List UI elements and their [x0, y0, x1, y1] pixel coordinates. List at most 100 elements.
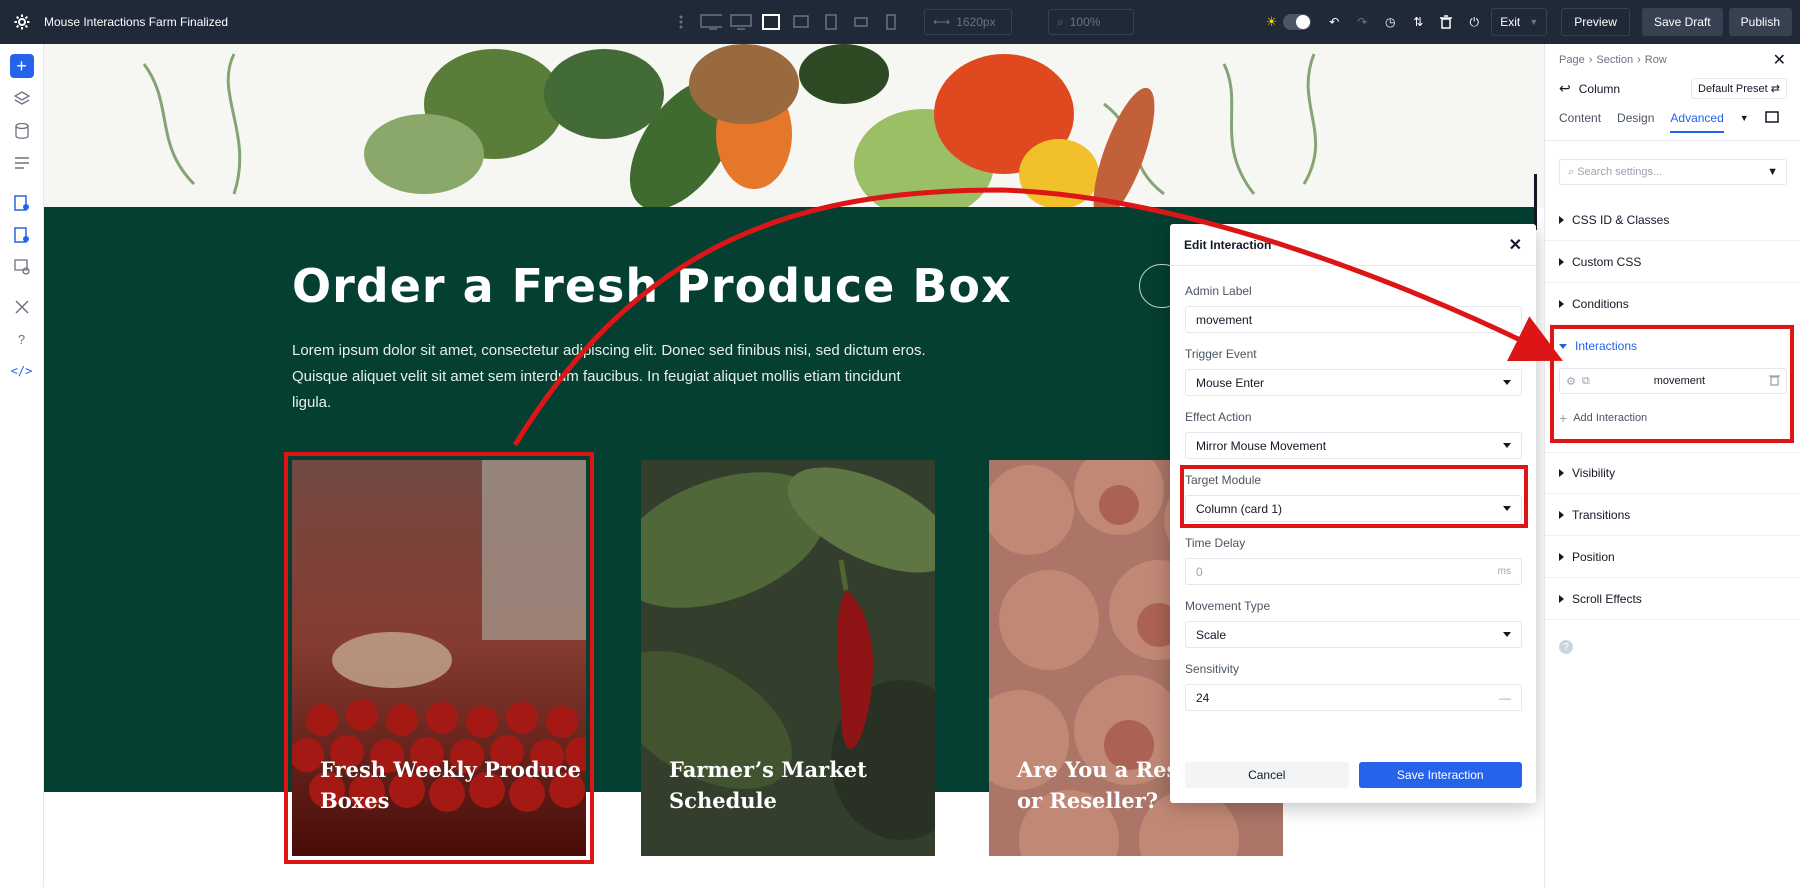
layout-icon[interactable]	[11, 152, 33, 174]
element-title-group: ↩ Column	[1559, 80, 1620, 97]
section-custom-css[interactable]: Custom CSS	[1545, 241, 1800, 283]
trash-icon[interactable]	[1435, 11, 1457, 33]
settings-search[interactable]: ⌕ Search settings... ▼	[1559, 159, 1787, 185]
save-draft-button[interactable]: Save Draft	[1641, 8, 1723, 36]
help-icon[interactable]: ?	[11, 328, 33, 350]
breadcrumb-page[interactable]: Page	[1559, 54, 1585, 66]
tablet-landscape-icon[interactable]	[790, 11, 812, 33]
add-element-button[interactable]: +	[9, 54, 34, 78]
section-label: Transitions	[1572, 507, 1631, 522]
zoom-field[interactable]: ⌕ 100%	[1048, 9, 1134, 35]
breadcrumb-section[interactable]: Section	[1596, 54, 1633, 66]
dark-mode-toggle[interactable]	[1283, 14, 1312, 30]
expand-arrow-icon	[1559, 552, 1564, 561]
preset-sliders-icon: ⇄	[1770, 83, 1780, 95]
section-label: Conditions	[1572, 296, 1629, 311]
device-switcher: ⟷ 1620px ⌕ 100%	[670, 0, 1134, 44]
admin-label-field: Admin Label movement	[1185, 284, 1522, 333]
expand-arrow-icon	[1559, 299, 1564, 308]
templates-icon[interactable]	[11, 224, 33, 246]
page-settings-icon[interactable]	[11, 192, 33, 214]
database-icon[interactable]	[11, 120, 33, 142]
cancel-button[interactable]: Cancel	[1185, 762, 1349, 788]
field-value: movement	[1196, 312, 1253, 327]
time-delay-input[interactable]: 0 ms	[1185, 558, 1522, 585]
phone-landscape-icon[interactable]	[850, 11, 872, 33]
exit-chevron-icon: ▼	[1529, 17, 1539, 27]
publish-button[interactable]: Publish	[1728, 8, 1792, 36]
section-label: Scroll Effects	[1572, 591, 1642, 606]
field-value: 24	[1196, 690, 1210, 705]
tab-content[interactable]: Content	[1559, 111, 1601, 125]
widescreen-icon[interactable]	[700, 11, 722, 33]
field-unit: —	[1499, 690, 1511, 705]
help-question-icon[interactable]: ?	[1559, 640, 1573, 654]
settings-tabs: Content Design Advanced ▼	[1559, 106, 1787, 133]
section-visibility[interactable]: Visibility	[1545, 452, 1800, 494]
desktop-icon[interactable]	[730, 11, 752, 33]
field-value: Scale	[1196, 627, 1227, 642]
zoom-value: 100%	[1069, 15, 1101, 29]
expand-arrow-icon	[1559, 510, 1564, 519]
field-label: Movement Type	[1185, 599, 1271, 613]
preset-label: Default Preset	[1698, 83, 1768, 95]
field-label: Time Delay	[1185, 536, 1246, 550]
sensitivity-input[interactable]: 24 —	[1185, 684, 1522, 711]
dropdown-caret-icon	[1503, 380, 1511, 385]
section-scroll-effects[interactable]: Scroll Effects	[1545, 578, 1800, 620]
history-icon[interactable]: ◷	[1379, 11, 1401, 33]
section-conditions[interactable]: Conditions	[1545, 283, 1800, 325]
trigger-event-select[interactable]: Mouse Enter	[1185, 369, 1522, 396]
admin-label-input[interactable]: movement	[1185, 306, 1522, 333]
breadcrumb-row[interactable]: Row	[1645, 54, 1667, 66]
theme-builder-icon[interactable]	[11, 256, 33, 278]
tools-icon[interactable]	[11, 296, 33, 318]
modal-close-icon[interactable]: ✕	[1509, 235, 1522, 255]
section-css-id-classes[interactable]: CSS ID & Classes	[1545, 199, 1800, 241]
section-transitions[interactable]: Transitions	[1545, 494, 1800, 536]
tablet-icon[interactable]	[820, 11, 842, 33]
tabs-dropdown-icon[interactable]: ▼	[1740, 113, 1749, 123]
undo-icon[interactable]: ↶	[1323, 11, 1345, 33]
back-arrow-icon[interactable]: ↩	[1559, 80, 1571, 97]
section-position[interactable]: Position	[1545, 536, 1800, 578]
field-unit: ms	[1497, 566, 1511, 577]
toolbar-actions: ☀ ↶ ↷ ◷ ⇅ ⏻ Exit ▼ Preview Save Draft Pu…	[1266, 0, 1800, 44]
code-icon[interactable]: </>	[11, 360, 33, 382]
movement-type-field: Movement Type Scale	[1185, 599, 1522, 648]
filter-icon[interactable]: ▼	[1767, 166, 1778, 178]
preset-selector[interactable]: Default Preset ⇄	[1691, 78, 1787, 99]
movement-type-select[interactable]: Scale	[1185, 621, 1522, 648]
field-value: 0	[1196, 564, 1203, 579]
sort-icon[interactable]: ⇅	[1407, 11, 1429, 33]
vegetable-header-image	[44, 44, 1544, 208]
laptop-icon[interactable]	[760, 11, 782, 33]
tab-design[interactable]: Design	[1617, 111, 1654, 125]
field-label: Admin Label	[1185, 284, 1252, 298]
field-value: Mouse Enter	[1196, 375, 1265, 390]
tabs-layout-icon[interactable]	[1764, 110, 1779, 126]
search-icon: ⌕	[1568, 165, 1578, 178]
drag-dots-icon[interactable]	[670, 11, 692, 33]
preview-button[interactable]: Preview	[1561, 8, 1630, 36]
effect-action-select[interactable]: Mirror Mouse Movement	[1185, 432, 1522, 459]
redo-icon[interactable]: ↷	[1351, 11, 1373, 33]
time-delay-field: Time Delay 0 ms	[1185, 536, 1522, 585]
canvas-width-field[interactable]: ⟷ 1620px	[924, 9, 1012, 35]
layers-icon[interactable]	[11, 88, 33, 110]
power-icon[interactable]: ⏻	[1463, 11, 1485, 33]
element-title: Column	[1578, 81, 1621, 96]
expand-arrow-icon	[1559, 215, 1564, 224]
phone-icon[interactable]	[880, 11, 902, 33]
exit-button[interactable]: Exit ▼	[1491, 8, 1548, 36]
save-interaction-button[interactable]: Save Interaction	[1358, 762, 1522, 788]
scroll-indicator[interactable]	[1534, 174, 1537, 230]
field-value: Mirror Mouse Movement	[1196, 438, 1327, 453]
tabs-divider	[1545, 140, 1800, 141]
tab-advanced[interactable]: Advanced	[1670, 111, 1724, 133]
panel-close-icon[interactable]: ✕	[1773, 50, 1786, 70]
settings-gear-icon[interactable]	[0, 14, 44, 30]
card-farmers-market[interactable]: Farmer’s Market Schedule	[641, 460, 935, 856]
search-placeholder: Search settings...	[1577, 165, 1663, 178]
field-label: Trigger Event	[1185, 347, 1257, 361]
